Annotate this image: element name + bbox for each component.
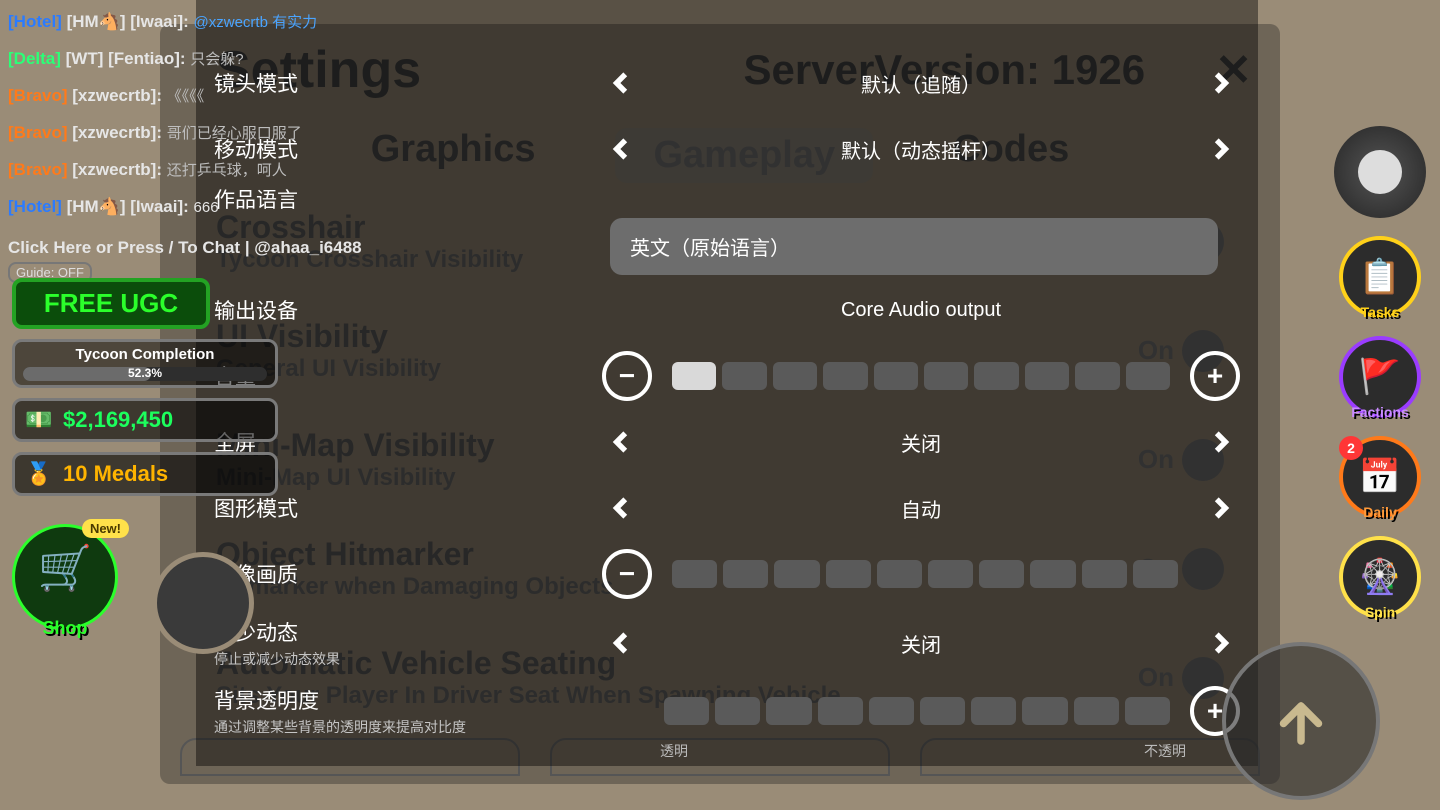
- cart-icon: 🛒: [15, 527, 115, 611]
- setting-background-transparency: 背景透明度 通过调整某些背景的透明度来提高对比度 +: [196, 679, 1258, 743]
- tycoon-progress-pill[interactable]: Tycoon Completion 52.3%: [12, 339, 278, 388]
- virtual-joystick[interactable]: [1334, 126, 1426, 218]
- medals-pill[interactable]: 🏅 10 Medals: [12, 452, 278, 496]
- plus-button[interactable]: +: [1190, 351, 1240, 401]
- chevron-right-icon[interactable]: [1200, 63, 1240, 103]
- chevron-right-icon[interactable]: [1200, 623, 1240, 663]
- joystick-thumb: [1358, 150, 1402, 194]
- free-ugc-button[interactable]: FREE UGC: [12, 278, 210, 329]
- calendar-icon: 📅: [1359, 457, 1401, 497]
- new-badge: New!: [82, 519, 129, 538]
- money-pill[interactable]: 💵 $2,169,450: [12, 398, 278, 442]
- setting-graphics-mode: 图形模式 自动: [196, 475, 1258, 541]
- clipboard-icon: 📋: [1359, 257, 1401, 297]
- daily-button[interactable]: 2 📅 Daily: [1339, 436, 1421, 518]
- setting-graphics-quality: 图像画质 −: [196, 541, 1258, 607]
- jump-button[interactable]: [1222, 642, 1380, 800]
- chat-line: [Bravo] [xzwecrtb]: 哥们已经心服口服了: [8, 115, 408, 152]
- hud-right-column: 📋 Tasks 🚩 Factions 2 📅 Daily 🎡 Spin: [1334, 126, 1426, 618]
- arrow-up-icon: [1271, 691, 1331, 751]
- setting-reduce-motion: 减少动态 停止或减少动态效果 关闭: [196, 607, 1258, 679]
- cash-icon: 💵: [23, 408, 55, 432]
- banner-icon: 🚩: [1359, 357, 1401, 397]
- tasks-button[interactable]: 📋 Tasks: [1339, 236, 1421, 318]
- chevron-right-icon[interactable]: [1200, 422, 1240, 462]
- chat-line: [Bravo] [xzwecrtb]: 《《《《: [8, 78, 408, 115]
- setting-volume: 音量 − +: [196, 343, 1258, 409]
- chevron-left-icon[interactable]: [602, 422, 642, 462]
- factions-button[interactable]: 🚩 Factions: [1339, 336, 1421, 418]
- setting-fullscreen: 全屏 关闭: [196, 409, 1258, 475]
- tycoon-progress-bar: 52.3%: [23, 367, 267, 381]
- minus-button[interactable]: −: [602, 351, 652, 401]
- chevron-left-icon[interactable]: [602, 488, 642, 528]
- chat-line: [Hotel] [HM🐴] [Iwaai]: 666: [8, 189, 408, 226]
- chat-line: [Bravo] [xzwecrtb]: 还打乒乓球，呵人: [8, 152, 408, 189]
- chat-panel: [Hotel] [HM🐴] [Iwaai]: @xzwecrtb 有实力[Del…: [8, 0, 408, 283]
- hud-left-column: FREE UGC Tycoon Completion 52.3% 💵 $2,16…: [12, 278, 262, 496]
- spin-button[interactable]: 🎡 Spin: [1339, 536, 1421, 618]
- avatar-circle: [152, 552, 254, 654]
- setting-output-device: 输出设备 Core Audio output: [196, 277, 1258, 343]
- graphics-quality-slider[interactable]: [672, 560, 1178, 588]
- notification-badge: 2: [1339, 436, 1363, 460]
- medal-icon: 🏅: [23, 462, 55, 486]
- wheel-icon: 🎡: [1359, 557, 1401, 597]
- chat-input[interactable]: Click Here or Press / To Chat | @ahaa_i6…: [8, 238, 408, 258]
- chevron-left-icon[interactable]: [602, 129, 642, 169]
- bg-transparency-slider[interactable]: [664, 697, 1170, 725]
- shop-button[interactable]: New! 🛒 Shop: [12, 524, 118, 630]
- chevron-left-icon[interactable]: [602, 63, 642, 103]
- chevron-left-icon[interactable]: [602, 623, 642, 663]
- chat-line: [Delta] [WT] [Fentiao]: 只会躲?: [8, 41, 408, 78]
- volume-slider[interactable]: [672, 362, 1170, 390]
- bg-transparency-hints: 透明 不透明: [196, 741, 1258, 761]
- chevron-right-icon[interactable]: [1200, 488, 1240, 528]
- setting-language-value[interactable]: 英文（原始语言）: [610, 218, 1218, 275]
- minus-button[interactable]: −: [602, 549, 652, 599]
- chat-line: [Hotel] [HM🐴] [Iwaai]: @xzwecrtb 有实力: [8, 4, 408, 41]
- chevron-right-icon[interactable]: [1200, 129, 1240, 169]
